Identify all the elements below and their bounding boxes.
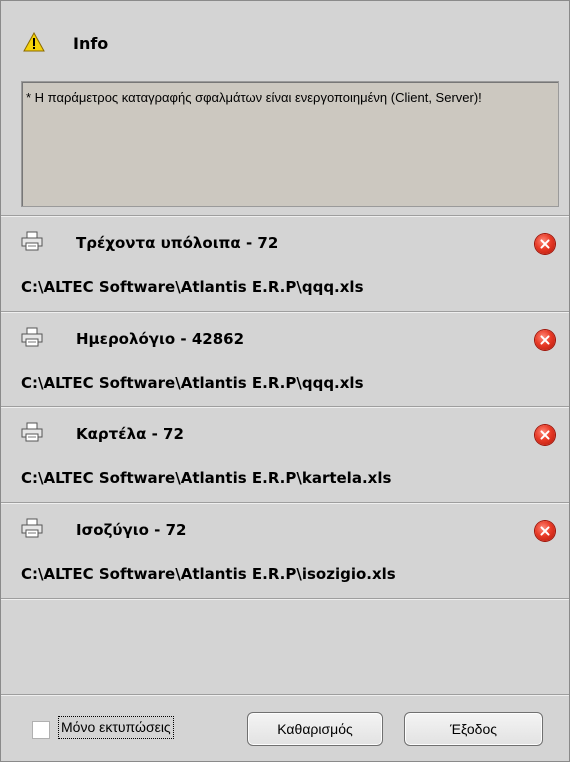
info-window: Info * Η παράμετρος καταγραφής σφαλμάτων… bbox=[0, 0, 570, 762]
divider bbox=[1, 599, 569, 600]
clear-button[interactable]: Καθαρισμός bbox=[247, 712, 383, 746]
remove-icon[interactable] bbox=[535, 330, 555, 350]
report-path: C:\ALTEC Software\Atlantis E.R.P\qqq.xls bbox=[21, 278, 364, 296]
only-prints-label[interactable]: Μόνο εκτυπώσεις bbox=[58, 716, 174, 739]
info-header: Info bbox=[1, 1, 569, 71]
report-title: Καρτέλα - 72 bbox=[76, 425, 184, 443]
report-item: Ισοζύγιο - 72 C:\ALTEC Software\Atlantis… bbox=[1, 504, 569, 600]
report-title: Ισοζύγιο - 72 bbox=[76, 521, 187, 539]
info-message-box[interactable]: * Η παράμετρος καταγραφής σφαλμάτων είνα… bbox=[21, 81, 559, 207]
report-title: Ημερολόγιο - 42862 bbox=[76, 330, 245, 348]
report-item: Τρέχοντα υπόλοιπα - 72 C:\ALTEC Software… bbox=[1, 217, 569, 313]
remove-icon[interactable] bbox=[535, 425, 555, 445]
exit-button[interactable]: Έξοδος bbox=[404, 712, 543, 746]
printer-icon bbox=[21, 231, 43, 251]
report-item: Ημερολόγιο - 42862 C:\ALTEC Software\Atl… bbox=[1, 313, 569, 409]
report-item: Καρτέλα - 72 C:\ALTEC Software\Atlantis … bbox=[1, 408, 569, 504]
info-message: * Η παράμετρος καταγραφής σφαλμάτων είνα… bbox=[26, 90, 482, 105]
printer-icon bbox=[21, 327, 43, 347]
report-path: C:\ALTEC Software\Atlantis E.R.P\isozigi… bbox=[21, 565, 396, 583]
only-prints-checkbox[interactable] bbox=[32, 721, 50, 739]
remove-icon[interactable] bbox=[535, 521, 555, 541]
report-path: C:\ALTEC Software\Atlantis E.R.P\kartela… bbox=[21, 469, 392, 487]
warning-icon bbox=[23, 32, 45, 52]
footer-divider bbox=[1, 695, 569, 696]
printer-icon bbox=[21, 518, 43, 538]
info-title: Info bbox=[73, 34, 109, 53]
report-path: C:\ALTEC Software\Atlantis E.R.P\qqq.xls bbox=[21, 374, 364, 392]
printer-icon bbox=[21, 422, 43, 442]
report-title: Τρέχοντα υπόλοιπα - 72 bbox=[76, 234, 279, 252]
remove-icon[interactable] bbox=[535, 234, 555, 254]
